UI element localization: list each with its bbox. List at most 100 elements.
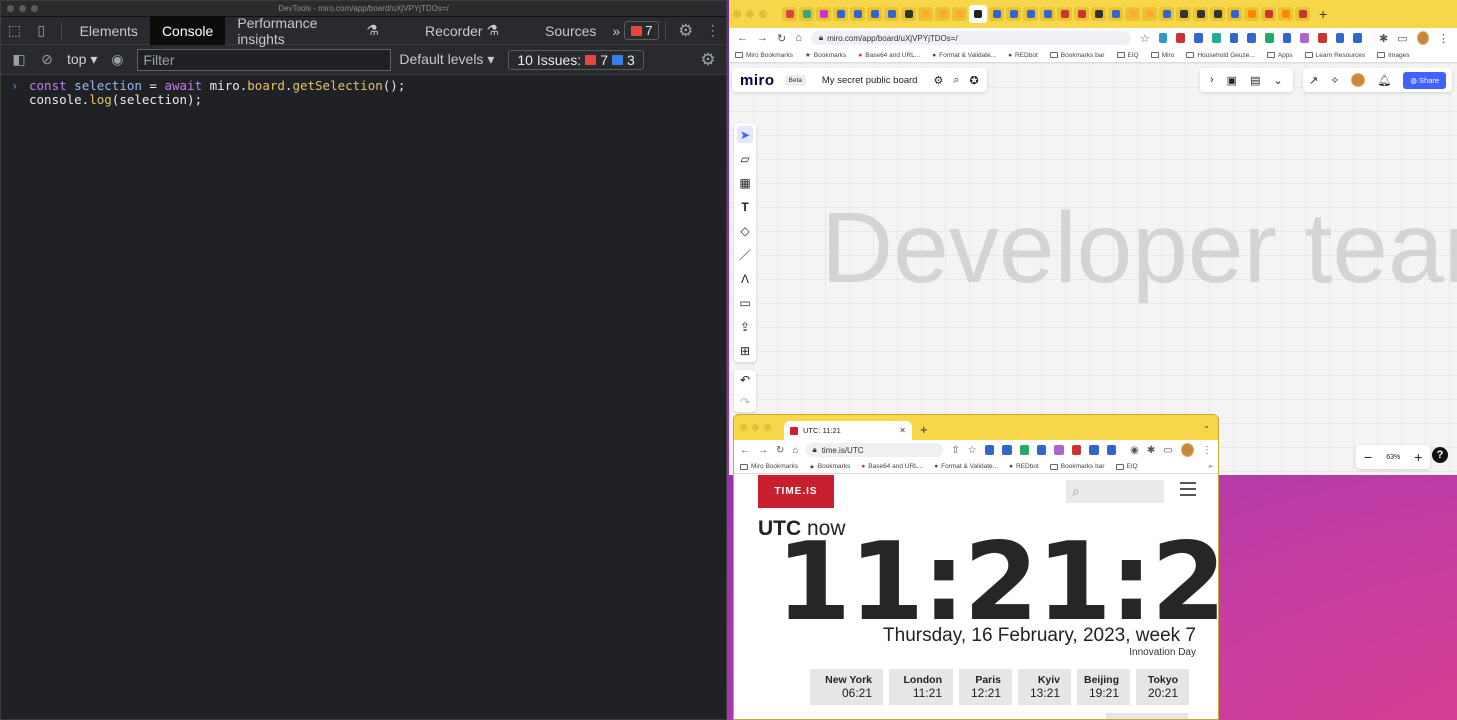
extension-icon[interactable] <box>1229 33 1239 43</box>
window-controls[interactable] <box>740 424 771 431</box>
browser-tab[interactable] <box>1091 7 1106 21</box>
browser-tab[interactable] <box>833 7 848 21</box>
apps-icon[interactable]: ✪ <box>970 74 979 87</box>
bookmark-item[interactable]: Miro Bookmarks <box>735 52 793 59</box>
zoom-in-icon[interactable]: + <box>1414 449 1422 465</box>
follow-cursor-icon[interactable]: ↗ <box>1309 74 1318 87</box>
city-clock[interactable]: London 11:21 <box>889 669 953 705</box>
profile-avatar[interactable] <box>1180 443 1195 457</box>
extension-icon[interactable] <box>1019 445 1030 455</box>
sidebar-icon[interactable]: ▭ <box>1397 32 1407 45</box>
browser-tab[interactable] <box>1244 7 1259 21</box>
bookmark-item[interactable]: ● REDbot <box>1008 52 1038 59</box>
extension-icon[interactable] <box>1089 445 1099 455</box>
add-more-icon[interactable]: ⊞ <box>737 342 753 359</box>
bookmark-item[interactable]: Miro <box>1150 52 1174 59</box>
extensions-puzzle-icon[interactable]: ✱ <box>1147 445 1155 456</box>
templates-icon[interactable]: ▦ <box>737 174 753 191</box>
browser-tab[interactable] <box>1261 7 1276 21</box>
sticky-note-icon[interactable]: ▱ <box>737 150 753 167</box>
extension-icon[interactable] <box>1211 33 1221 43</box>
tab-search-chevron-icon[interactable]: ⌄ <box>1203 421 1210 430</box>
tab-sources[interactable]: Sources <box>533 17 608 45</box>
forward-arrow-icon[interactable]: → <box>757 32 768 44</box>
extension-icon[interactable] <box>1002 445 1012 455</box>
browser-tab[interactable] <box>1125 7 1140 21</box>
board-text-item[interactable]: Developer team <box>821 191 1457 306</box>
bookmark-item[interactable]: Apps <box>1266 52 1293 59</box>
live-expression-eye-icon[interactable]: ◉ <box>103 47 131 73</box>
share-icon[interactable]: ⇧ <box>951 445 959 456</box>
city-clock[interactable]: Kyiv 13:21 <box>1018 669 1071 705</box>
sidebar-toggle-icon[interactable]: ◧ <box>5 47 33 73</box>
error-count-badge[interactable]: 7 <box>624 21 660 40</box>
search-icon[interactable]: ⌕ <box>953 74 959 87</box>
browser-tab[interactable] <box>918 7 933 21</box>
console-output[interactable]: › const selection = await miro.board.get… <box>1 75 726 111</box>
browser-tab[interactable] <box>1040 7 1055 21</box>
chrome-menu-icon[interactable]: ⋮ <box>1438 32 1449 45</box>
bookmark-item[interactable]: ● Base64 and URL... <box>861 463 923 470</box>
browser-tab[interactable] <box>952 7 967 21</box>
browser-tab[interactable] <box>1108 7 1123 21</box>
window-controls[interactable] <box>733 10 767 18</box>
console-settings-gear-icon[interactable]: ⚙ <box>694 47 722 73</box>
undo-icon[interactable]: ↶ <box>740 373 750 387</box>
browser-tab[interactable] <box>884 7 899 21</box>
back-arrow-icon[interactable]: ← <box>737 32 748 44</box>
reload-icon[interactable]: ↻ <box>777 32 786 45</box>
extension-icon[interactable] <box>1071 445 1082 455</box>
extension-icon[interactable] <box>1037 445 1047 455</box>
chrome-menu-icon[interactable]: ⋮ <box>1202 445 1212 456</box>
bookmark-item[interactable]: ● Format & Validate... <box>934 463 998 470</box>
home-icon[interactable]: ⌂ <box>792 445 798 456</box>
tab-recorder[interactable]: Recorder ⚗ <box>413 17 511 45</box>
more-tabs-button[interactable]: » <box>608 17 624 45</box>
pen-icon[interactable]: Λ <box>737 270 753 287</box>
hamburger-menu-icon[interactable] <box>1180 482 1196 496</box>
extension-icon[interactable] <box>1158 33 1168 43</box>
log-levels-select[interactable]: Default levels ▾ <box>391 51 502 68</box>
extension-icon[interactable] <box>1335 33 1345 43</box>
bookmark-item[interactable]: ● REDbot <box>1009 463 1039 470</box>
extension-icon[interactable] <box>1176 33 1186 43</box>
present-icon[interactable]: ▣ <box>1227 74 1237 87</box>
notes-icon[interactable]: ▤ <box>1250 74 1260 87</box>
browser-tab[interactable] <box>867 7 882 21</box>
extension-icon[interactable] <box>1282 33 1292 43</box>
browser-tab[interactable] <box>1227 7 1242 21</box>
share-button[interactable]: ◍ Share <box>1403 71 1447 89</box>
browser-tab[interactable] <box>782 7 797 21</box>
city-clock[interactable]: New York 06:21 <box>810 669 883 705</box>
city-clock[interactable]: Beijing 19:21 <box>1077 669 1130 705</box>
bookmark-item[interactable]: Household Geuze... <box>1186 52 1255 59</box>
kebab-menu-icon[interactable]: ⋮ <box>699 17 726 45</box>
comment-icon[interactable]: ▭ <box>737 294 753 311</box>
console-filter-input[interactable] <box>137 48 392 71</box>
close-tab-icon[interactable]: ✕ <box>899 426 906 435</box>
device-toolbar-icon[interactable]: ▯ <box>28 17 55 45</box>
context-select[interactable]: top ▾ <box>61 51 103 68</box>
connection-line-icon[interactable]: ／ <box>737 246 753 263</box>
text-tool-icon[interactable]: T <box>737 198 753 215</box>
extension-icon[interactable] <box>1194 33 1203 43</box>
tab-elements[interactable]: Elements <box>68 17 150 45</box>
search-input[interactable]: ⌕ <box>1066 480 1164 503</box>
clear-console-icon[interactable]: ⊘ <box>33 47 61 73</box>
browser-tab[interactable] <box>1057 7 1072 21</box>
select-cursor-icon[interactable]: ➤ <box>737 126 753 143</box>
issues-button[interactable]: 10 Issues: 7 3 <box>508 49 644 70</box>
browser-tab-active[interactable] <box>969 5 987 23</box>
browser-tab[interactable] <box>901 7 916 21</box>
extension-icon[interactable] <box>1317 33 1327 43</box>
new-tab-plus-icon[interactable]: + <box>920 422 928 437</box>
bookmark-item[interactable]: Bookmarks bar <box>1049 463 1105 470</box>
extension-icon[interactable] <box>984 445 995 455</box>
city-clock[interactable]: Paris 12:21 <box>959 669 1012 705</box>
miro-logo[interactable]: miro <box>740 72 775 89</box>
bookmark-item[interactable]: ★ Bookmarks <box>809 463 850 471</box>
board-name[interactable]: My secret public board <box>822 75 918 86</box>
browser-tab[interactable] <box>1176 7 1191 21</box>
browser-tab[interactable] <box>1023 7 1038 21</box>
more-bookmarks-icon[interactable]: » <box>1208 463 1212 470</box>
